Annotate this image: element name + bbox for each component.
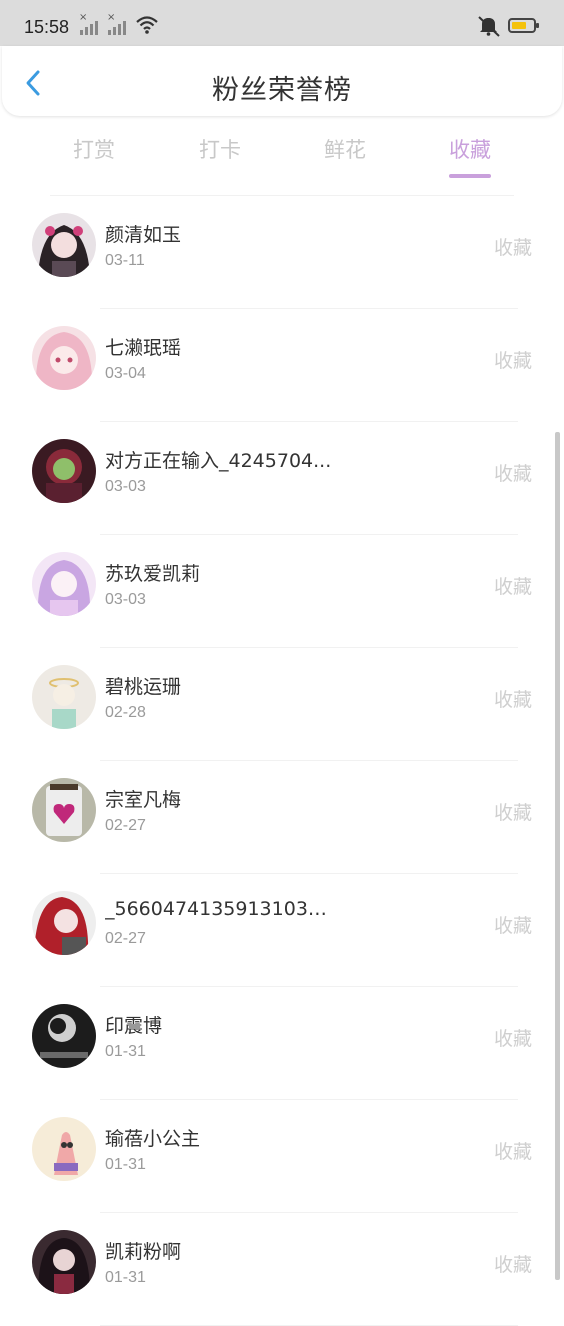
list-item[interactable]: 苏玖爱凯莉 03-03 收藏 bbox=[0, 535, 564, 648]
tab-label: 收藏 bbox=[449, 138, 491, 162]
tab-label: 打赏 bbox=[73, 138, 115, 162]
avatar[interactable] bbox=[32, 665, 96, 729]
avatar[interactable] bbox=[32, 1004, 96, 1068]
fan-date: 01-31 bbox=[105, 1043, 146, 1060]
fan-name: 七濑珉瑶 bbox=[105, 337, 182, 359]
fan-date: 03-11 bbox=[105, 252, 145, 269]
action-label: 收藏 bbox=[493, 576, 532, 598]
action-label: 收藏 bbox=[493, 1141, 532, 1163]
tab-bar: 打赏 打卡 鲜花 收藏 bbox=[0, 118, 564, 178]
mute-icon bbox=[478, 16, 500, 37]
fan-name: 瑜蓓小公主 bbox=[105, 1128, 201, 1150]
action-label: 收藏 bbox=[493, 689, 532, 711]
fan-name: 颜清如玉 bbox=[105, 224, 182, 246]
tab-label: 鲜花 bbox=[324, 138, 366, 162]
list-item[interactable]: 七濑珉瑶 03-04 收藏 bbox=[0, 309, 564, 422]
fan-list[interactable]: 颜清如玉 03-11 收藏 七濑珉瑶 03-04 收藏 对方正在输入_42457… bbox=[0, 196, 564, 1326]
action-label: 收藏 bbox=[493, 350, 532, 372]
action-label: 收藏 bbox=[493, 802, 532, 824]
fan-date: 02-27 bbox=[105, 817, 146, 834]
avatar[interactable] bbox=[32, 891, 96, 955]
list-item[interactable]: 对方正在输入_4245704... 03-03 收藏 bbox=[0, 422, 564, 535]
fan-name: 宗室凡梅 bbox=[105, 789, 182, 811]
list-item[interactable]: 印震博 01-31 收藏 bbox=[0, 987, 564, 1100]
fan-date: 02-28 bbox=[105, 704, 146, 721]
status-bar: 15:58 × × bbox=[0, 0, 564, 46]
tab-reward[interactable]: 打赏 bbox=[44, 134, 144, 164]
fan-name: 印震博 bbox=[105, 1015, 163, 1037]
page-title: 粉丝荣誉榜 bbox=[212, 75, 352, 106]
battery-icon bbox=[508, 18, 539, 33]
list-item[interactable]: 瑜蓓小公主 01-31 收藏 bbox=[0, 1100, 564, 1213]
avatar[interactable] bbox=[32, 213, 96, 277]
fan-name: 凯莉粉啊 bbox=[105, 1241, 182, 1263]
fan-date: 01-31 bbox=[105, 1156, 146, 1173]
list-item[interactable]: 宗室凡梅 02-27 收藏 bbox=[0, 761, 564, 874]
avatar[interactable] bbox=[32, 1117, 96, 1181]
signal-icon: × bbox=[107, 12, 126, 35]
status-time: 15:58 bbox=[24, 17, 70, 37]
fan-name: 苏玖爱凯莉 bbox=[105, 563, 201, 585]
avatar[interactable] bbox=[32, 439, 96, 503]
tab-checkin[interactable]: 打卡 bbox=[170, 134, 270, 164]
action-label: 收藏 bbox=[493, 915, 532, 937]
fan-name: _5660474135913103037 bbox=[105, 898, 335, 920]
list-item[interactable]: _5660474135913103037 02-27 收藏 bbox=[0, 874, 564, 987]
header: 粉丝荣誉榜 bbox=[2, 46, 562, 116]
fan-date: 03-03 bbox=[105, 478, 146, 495]
action-label: 收藏 bbox=[493, 237, 532, 259]
fan-name: 碧桃运珊 bbox=[105, 676, 182, 698]
avatar[interactable] bbox=[32, 778, 96, 842]
avatar[interactable] bbox=[32, 552, 96, 616]
tab-flowers[interactable]: 鲜花 bbox=[295, 134, 395, 164]
fan-date: 03-04 bbox=[105, 365, 146, 382]
list-item[interactable]: 颜清如玉 03-11 收藏 bbox=[0, 196, 564, 309]
avatar[interactable] bbox=[32, 1230, 96, 1294]
tab-favorites[interactable]: 收藏 bbox=[420, 134, 520, 178]
scrollbar[interactable] bbox=[555, 432, 560, 1280]
tab-label: 打卡 bbox=[199, 138, 241, 162]
wifi-icon bbox=[136, 16, 158, 34]
fan-date: 02-27 bbox=[105, 930, 146, 947]
signal-icon: × bbox=[79, 12, 98, 35]
list-item[interactable]: 碧桃运珊 02-28 收藏 bbox=[0, 648, 564, 761]
fan-name: 对方正在输入_4245704... bbox=[105, 450, 332, 472]
action-label: 收藏 bbox=[493, 1028, 532, 1050]
avatar[interactable] bbox=[32, 326, 96, 390]
fan-date: 01-31 bbox=[105, 1269, 146, 1286]
action-label: 收藏 bbox=[493, 1254, 532, 1276]
active-tab-indicator bbox=[449, 174, 491, 178]
action-label: 收藏 bbox=[493, 463, 532, 485]
fan-date: 03-03 bbox=[105, 591, 146, 608]
list-item[interactable]: 凯莉粉啊 01-31 收藏 bbox=[0, 1213, 564, 1326]
